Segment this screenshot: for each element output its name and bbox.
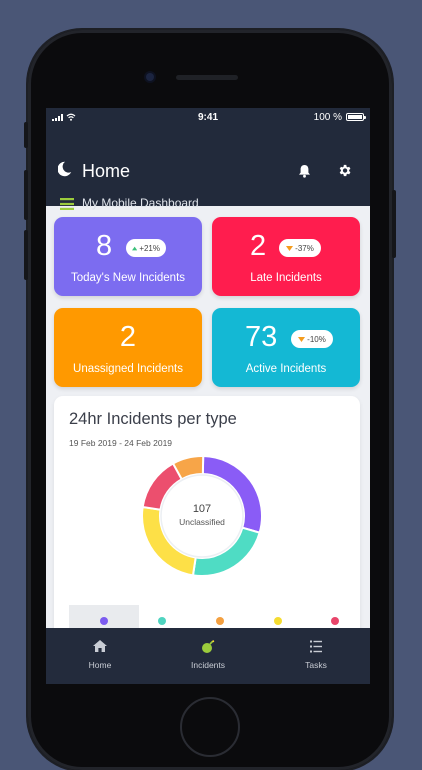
legend-dot[interactable] <box>100 617 108 625</box>
badge-value: -37% <box>295 243 314 253</box>
incidents-per-type-card: 24hr Incidents per type 19 Feb 2019 - 24… <box>54 396 360 656</box>
earpiece-speaker <box>176 75 238 80</box>
donut-chart-svg <box>141 454 263 577</box>
tile-label: Unassigned Incidents <box>73 363 183 375</box>
signal-icon <box>52 113 63 121</box>
tile-label: Active Incidents <box>245 363 327 375</box>
trend-badge: +21% <box>126 239 166 257</box>
settings-gear-icon[interactable] <box>337 163 352 178</box>
tile-label: Late Incidents <box>250 272 322 284</box>
trend-badge: -37% <box>279 239 321 257</box>
tab-tasks[interactable]: Tasks <box>262 628 370 684</box>
donut-chart: 107 Unclassified <box>140 454 264 583</box>
legend-dot[interactable] <box>216 617 224 625</box>
side-button-volume-down <box>24 230 28 280</box>
chart-date-range[interactable]: 19 Feb 2019 - 24 Feb 2019 <box>69 438 172 448</box>
legend-dot[interactable] <box>274 617 282 625</box>
side-button-mute <box>24 122 28 148</box>
tab-home[interactable]: Home <box>46 628 154 684</box>
tab-label: Incidents <box>190 660 226 670</box>
battery-icon <box>346 113 366 121</box>
status-bar: 9:41 100 % <box>46 108 370 126</box>
donut-center-label: Unclassified <box>179 517 225 527</box>
donut-center-value: 107 <box>192 503 212 515</box>
tasks-icon <box>310 640 322 653</box>
badge-value: -10% <box>307 334 326 344</box>
trend-down-icon <box>286 245 294 251</box>
tile-active-incidents[interactable]: 73 -10% Active Incidents <box>212 308 360 387</box>
tile-todays-new-incidents[interactable]: 8 +21% Today's New Incidents <box>54 217 202 296</box>
battery-percent: 100 % <box>313 111 342 123</box>
trend-up-icon <box>132 246 138 250</box>
legend-dot[interactable] <box>331 617 339 625</box>
chart-title: 24hr Incidents per type <box>69 410 237 428</box>
tile-value: 2 <box>119 321 137 353</box>
app-screen: 9:41 100 % Home My Mobile Dashboard 8 +2… <box>46 108 370 684</box>
tile-value: 73 <box>245 321 278 353</box>
tab-label: Tasks <box>305 660 327 670</box>
tile-value: 8 <box>96 230 113 262</box>
app-header: Home My Mobile Dashboard <box>46 126 370 210</box>
phone-home-button[interactable] <box>180 697 240 757</box>
bottom-tab-bar: Home Incidents Tasks <box>46 628 370 684</box>
app-logo-icon <box>58 161 72 177</box>
legend-dot[interactable] <box>158 617 166 625</box>
trend-badge: -10% <box>291 330 333 348</box>
donut-inner-ring <box>160 474 244 558</box>
front-camera <box>146 73 154 81</box>
page-title: Home <box>82 161 131 181</box>
dashboard-content: 8 +21% Today's New Incidents 2 -37% Late… <box>46 206 370 656</box>
badge-value: +21% <box>139 243 160 253</box>
side-button-power <box>392 190 396 258</box>
notifications-bell-icon[interactable] <box>298 164 311 178</box>
tab-incidents[interactable]: Incidents <box>154 628 262 684</box>
wifi-icon <box>66 113 76 121</box>
trend-down-icon <box>298 336 306 342</box>
donut-slice[interactable] <box>191 526 261 577</box>
side-button-volume-up <box>24 170 28 220</box>
tile-unassigned-incidents[interactable]: 2 Unassigned Incidents <box>54 308 202 387</box>
tile-value: 2 <box>250 230 267 262</box>
incidents-icon <box>202 640 215 653</box>
tile-late-incidents[interactable]: 2 -37% Late Incidents <box>212 217 360 296</box>
tile-label: Today's New Incidents <box>70 272 186 284</box>
tab-label: Home <box>88 660 112 670</box>
home-icon <box>93 640 107 652</box>
